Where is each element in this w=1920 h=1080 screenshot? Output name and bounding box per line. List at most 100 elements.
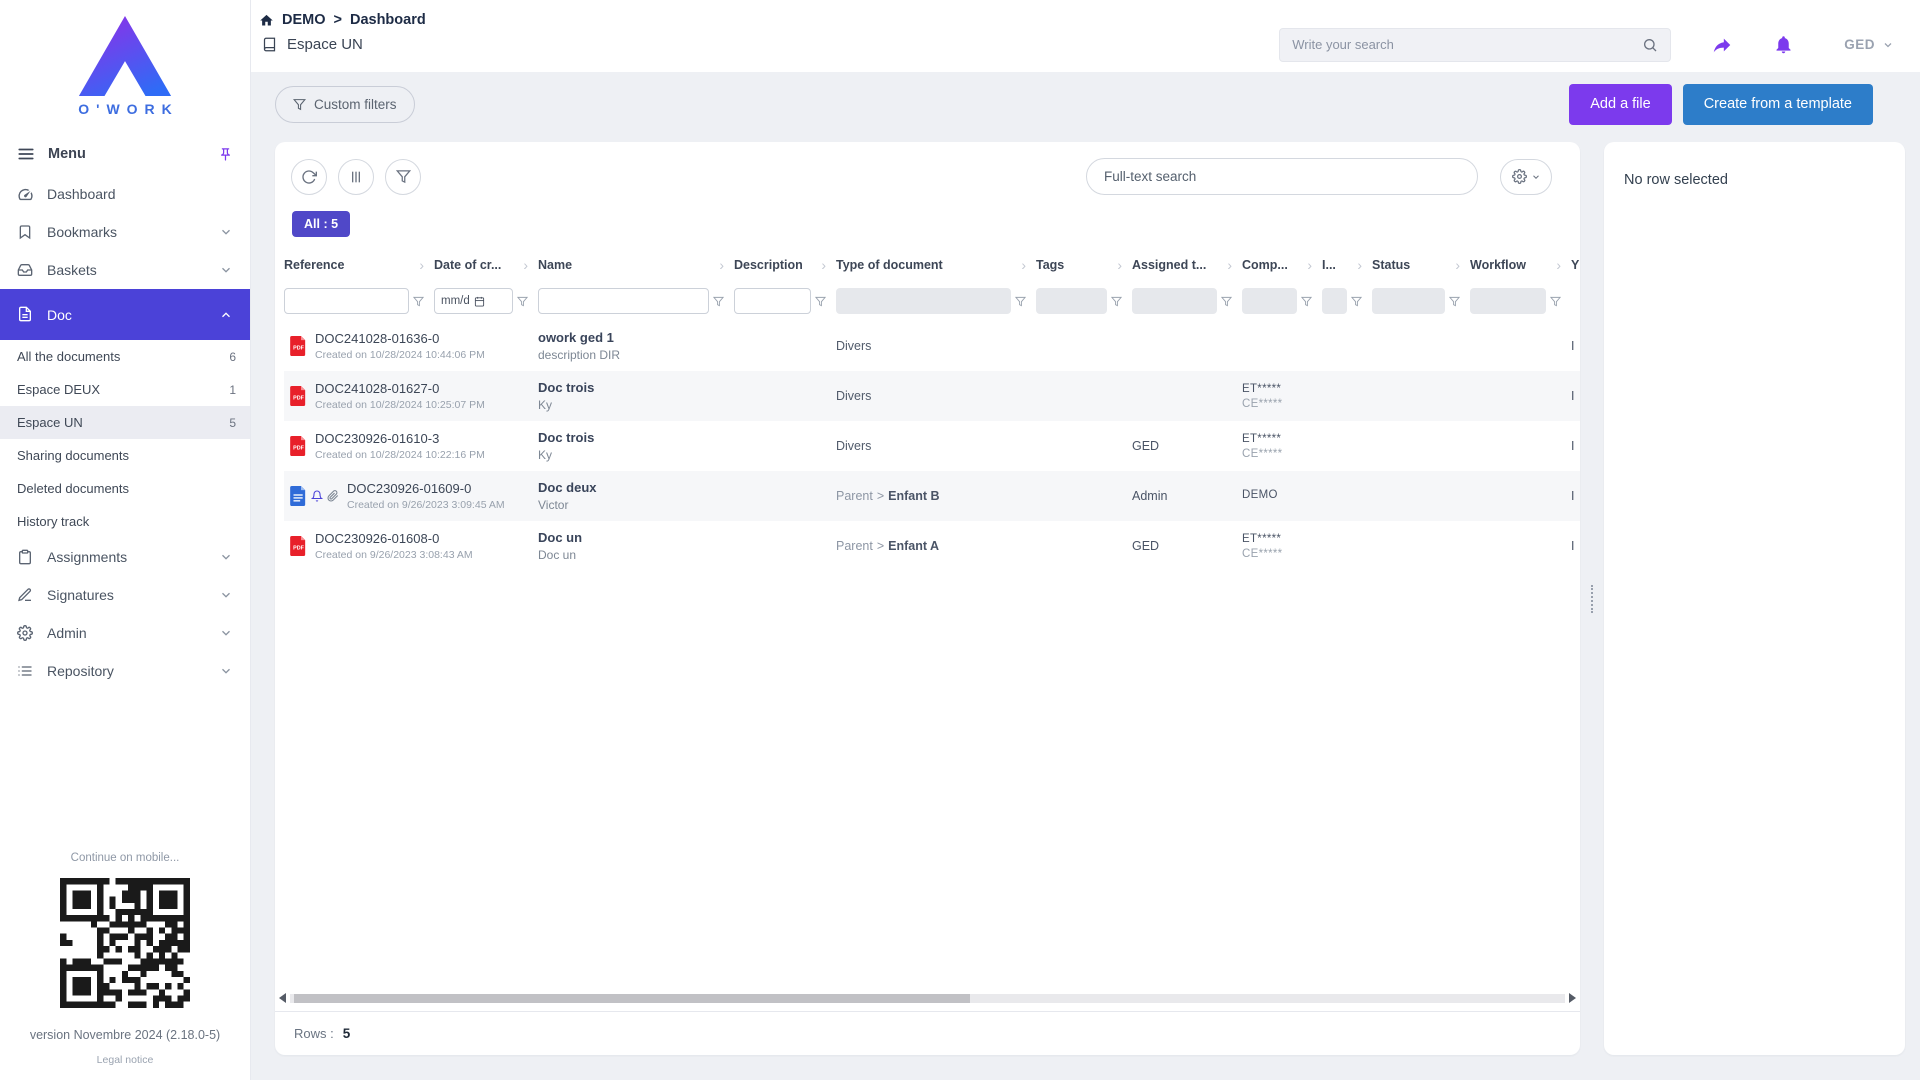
sidebar-item-signatures[interactable]: Signatures: [0, 576, 250, 614]
sidebar-item-admin[interactable]: Admin: [0, 614, 250, 652]
svg-text:PDF: PDF: [293, 345, 305, 351]
filter-funnel-icon[interactable]: [413, 296, 424, 307]
column-header-description[interactable]: Description›: [734, 257, 836, 273]
count-badge: 1: [229, 383, 236, 397]
filter-description: [734, 288, 836, 314]
columns-button[interactable]: [338, 159, 374, 195]
table-row[interactable]: PDF DOC241028-01627-0 Created on 10/28/2…: [284, 371, 1580, 421]
notifications-bell-icon[interactable]: [1773, 34, 1794, 55]
gear-icon: [17, 625, 34, 642]
refresh-button[interactable]: [291, 159, 327, 195]
bookmark-icon: [17, 224, 34, 241]
table-row[interactable]: PDF DOC241028-01636-0 Created on 10/28/2…: [284, 321, 1580, 371]
filter-funnel-icon[interactable]: [1015, 296, 1026, 307]
user-menu[interactable]: GED: [1844, 37, 1894, 52]
sidebar-item-all-documents[interactable]: All the documents 6: [0, 340, 250, 373]
pdf-file-icon: PDF: [290, 336, 307, 356]
sidebar-item-sharing-documents[interactable]: Sharing documents: [0, 439, 250, 472]
share-icon[interactable]: [1711, 34, 1733, 56]
refresh-icon: [301, 169, 317, 185]
scroll-left-arrow[interactable]: [279, 993, 286, 1003]
table-row[interactable]: PDF DOC230926-01608-0 Created on 9/26/20…: [284, 521, 1580, 571]
filter-funnel-icon[interactable]: [1221, 296, 1232, 307]
alert-bell-icon: [311, 490, 323, 502]
column-header-workflow[interactable]: Workflow›: [1470, 257, 1571, 273]
column-header-name[interactable]: Name›: [538, 257, 734, 273]
column-header-i[interactable]: I...›: [1322, 257, 1372, 273]
table-row[interactable]: DOC230926-01609-0 Created on 9/26/2023 3…: [284, 471, 1580, 521]
sidebar-item-repository[interactable]: Repository: [0, 652, 250, 690]
sidebar-item-doc[interactable]: Doc: [0, 289, 250, 340]
filter-funnel-icon[interactable]: [815, 296, 826, 307]
scrollbar-track[interactable]: [290, 994, 1565, 1003]
pin-menu-icon[interactable]: [218, 147, 233, 162]
pdf-file-icon: PDF: [290, 386, 307, 406]
table-row[interactable]: PDF DOC230926-01610-3 Created on 10/28/2…: [284, 421, 1580, 471]
sidebar-item-dashboard[interactable]: Dashboard: [0, 175, 250, 213]
column-header-reference[interactable]: Reference›: [284, 257, 434, 273]
rows-label: Rows :: [294, 1026, 334, 1041]
clipped-column-cell: I: [1571, 539, 1580, 553]
filter-name-input[interactable]: [538, 288, 709, 314]
all-count-badge[interactable]: All : 5: [292, 211, 350, 237]
gear-icon: [1512, 169, 1527, 184]
search-icon[interactable]: [1642, 37, 1658, 53]
panel-resize-handle[interactable]: [1580, 142, 1604, 1055]
filter-status: [1372, 288, 1470, 314]
sidebar-item-assignments[interactable]: Assignments: [0, 538, 250, 576]
custom-filters-button[interactable]: Custom filters: [275, 86, 415, 123]
sidebar-item-history-track[interactable]: History track: [0, 505, 250, 538]
document-reference: DOC241028-01627-0: [315, 381, 485, 396]
content-area: All : 5 Reference› Date of cr...› Name› …: [251, 136, 1920, 1080]
breadcrumb-root[interactable]: DEMO: [282, 12, 326, 28]
breadcrumb-current[interactable]: Dashboard: [350, 12, 426, 28]
filter-button[interactable]: [385, 159, 421, 195]
filter-reference-input[interactable]: [284, 288, 409, 314]
sidebar-item-espace-deux[interactable]: Espace DEUX 1: [0, 373, 250, 406]
paperclip-attachment-icon: [327, 490, 339, 502]
hamburger-menu-icon[interactable]: [17, 145, 35, 163]
filter-funnel-icon[interactable]: [1301, 296, 1312, 307]
home-icon[interactable]: [259, 13, 274, 28]
filter-date: mm/d: [434, 288, 538, 314]
book-icon: [262, 37, 277, 52]
column-header-tags[interactable]: Tags›: [1036, 257, 1132, 273]
column-header-company[interactable]: Comp...›: [1242, 257, 1322, 273]
filter-funnel-icon[interactable]: [1111, 296, 1122, 307]
filter-funnel-icon[interactable]: [517, 296, 528, 307]
sort-arrow-icon: ›: [1357, 257, 1362, 273]
clipped-column-cell: I: [1571, 439, 1580, 453]
company-cell: DEMO: [1242, 489, 1322, 504]
table-settings-button[interactable]: [1500, 159, 1552, 195]
breadcrumb-separator: >: [334, 12, 342, 28]
mobile-hint: Continue on mobile...: [0, 852, 250, 864]
sidebar-item-bookmarks[interactable]: Bookmarks: [0, 213, 250, 251]
filter-description-input[interactable]: [734, 288, 811, 314]
chevron-down-icon: [219, 588, 233, 602]
scroll-right-arrow[interactable]: [1569, 993, 1576, 1003]
column-header-clipped[interactable]: Y: [1571, 258, 1580, 272]
column-header-date[interactable]: Date of cr...›: [434, 257, 538, 273]
create-from-template-button[interactable]: Create from a template: [1683, 84, 1873, 125]
type-cell: Divers: [836, 339, 1036, 353]
table-filter-row: mm/d: [284, 281, 1580, 321]
column-header-assigned[interactable]: Assigned t...›: [1132, 257, 1242, 273]
sidebar-item-espace-un[interactable]: Espace UN 5: [0, 406, 250, 439]
add-file-button[interactable]: Add a file: [1569, 84, 1671, 125]
filter-funnel-icon[interactable]: [1449, 296, 1460, 307]
legal-notice-link[interactable]: Legal notice: [0, 1054, 250, 1066]
sidebar-item-deleted-documents[interactable]: Deleted documents: [0, 472, 250, 505]
column-header-type[interactable]: Type of document›: [836, 257, 1036, 273]
space-title: Espace UN: [287, 36, 363, 53]
breadcrumb: DEMO > Dashboard: [259, 12, 426, 28]
filter-funnel-icon[interactable]: [1550, 296, 1561, 307]
fulltext-search-input[interactable]: [1086, 158, 1478, 195]
global-search-input[interactable]: [1292, 37, 1642, 52]
scrollbar-thumb[interactable]: [294, 994, 970, 1003]
user-label: GED: [1844, 37, 1875, 52]
filter-funnel-icon[interactable]: [1351, 296, 1362, 307]
column-header-status[interactable]: Status›: [1372, 257, 1470, 273]
filter-funnel-icon[interactable]: [713, 296, 724, 307]
sidebar-item-baskets[interactable]: Baskets: [0, 251, 250, 289]
filter-date-input[interactable]: mm/d: [434, 288, 513, 314]
